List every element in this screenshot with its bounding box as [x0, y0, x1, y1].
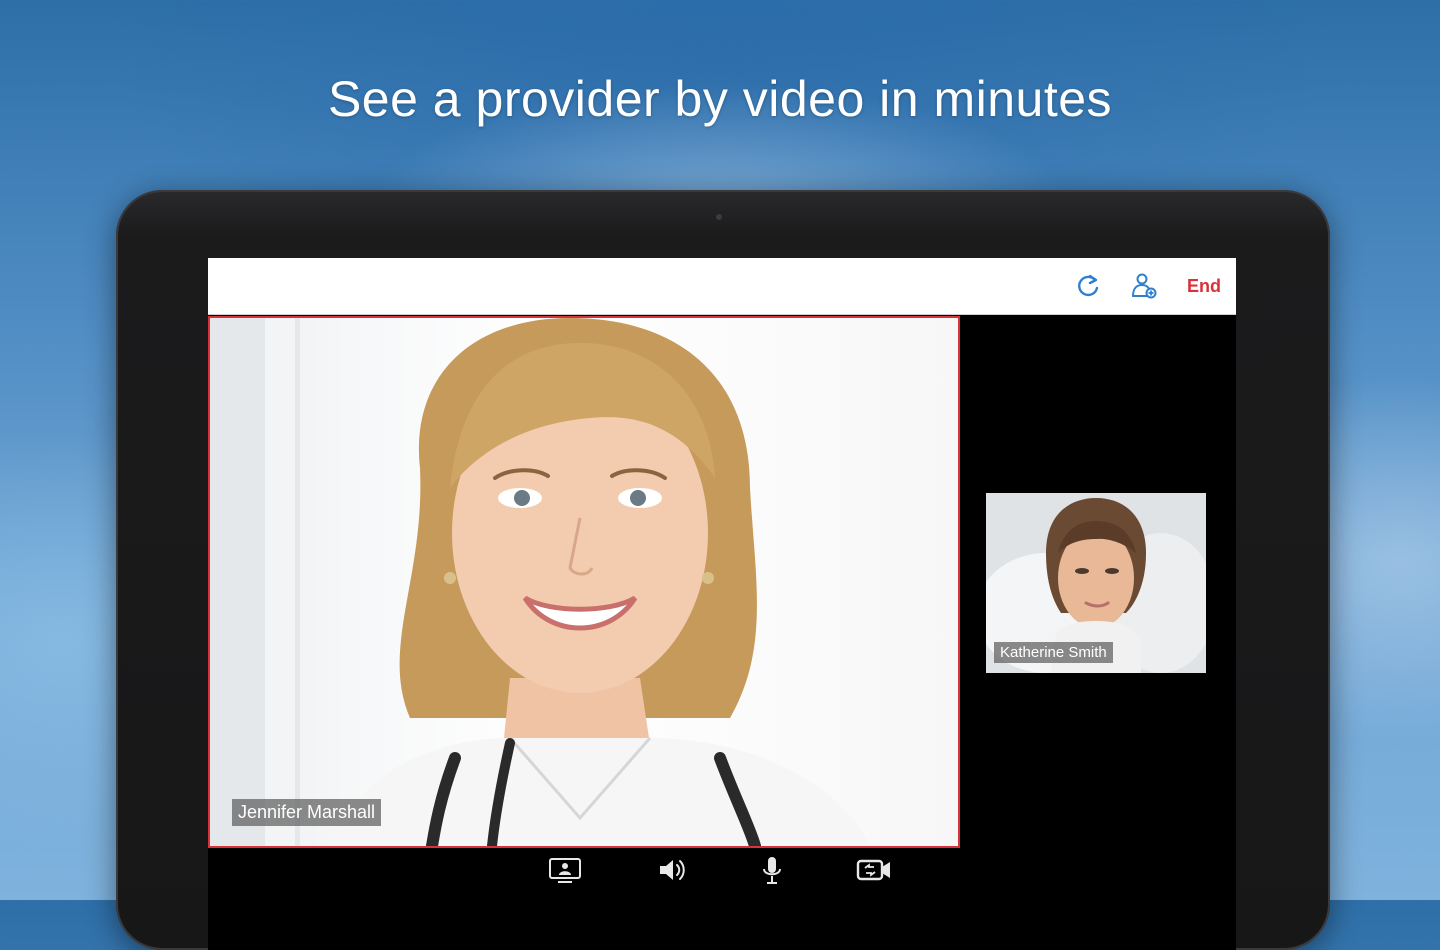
share-screen-button[interactable]: [547, 854, 583, 886]
refresh-button[interactable]: [1072, 270, 1104, 302]
headline: See a provider by video in minutes: [327, 71, 1113, 127]
tablet-device: End Jennifer Marshall Katherine Smith: [116, 190, 1330, 950]
front-camera: [716, 214, 722, 220]
share-screen-icon: [548, 856, 582, 884]
speaker-icon: [657, 856, 687, 884]
patient-self-view[interactable]: Katherine Smith: [986, 493, 1206, 673]
refresh-icon: [1074, 272, 1102, 300]
microphone-icon: [761, 855, 783, 885]
provider-video-image: [210, 318, 870, 846]
speaker-button[interactable]: [654, 854, 690, 886]
add-provider-button[interactable]: [1128, 270, 1160, 302]
provider-video: Jennifer Marshall: [208, 316, 960, 848]
camera-switch-icon: [856, 856, 892, 884]
video-call-screen: End Jennifer Marshall Katherine Smith: [208, 258, 1236, 950]
microphone-button[interactable]: [754, 854, 790, 886]
add-provider-icon: [1129, 271, 1159, 301]
call-controls: [208, 850, 1236, 890]
provider-name-label: Jennifer Marshall: [232, 799, 382, 826]
camera-switch-button[interactable]: [856, 854, 892, 886]
end-call-button[interactable]: End: [1180, 270, 1228, 302]
patient-name-label: Katherine Smith: [994, 642, 1113, 663]
call-toolbar: End: [208, 258, 1236, 315]
